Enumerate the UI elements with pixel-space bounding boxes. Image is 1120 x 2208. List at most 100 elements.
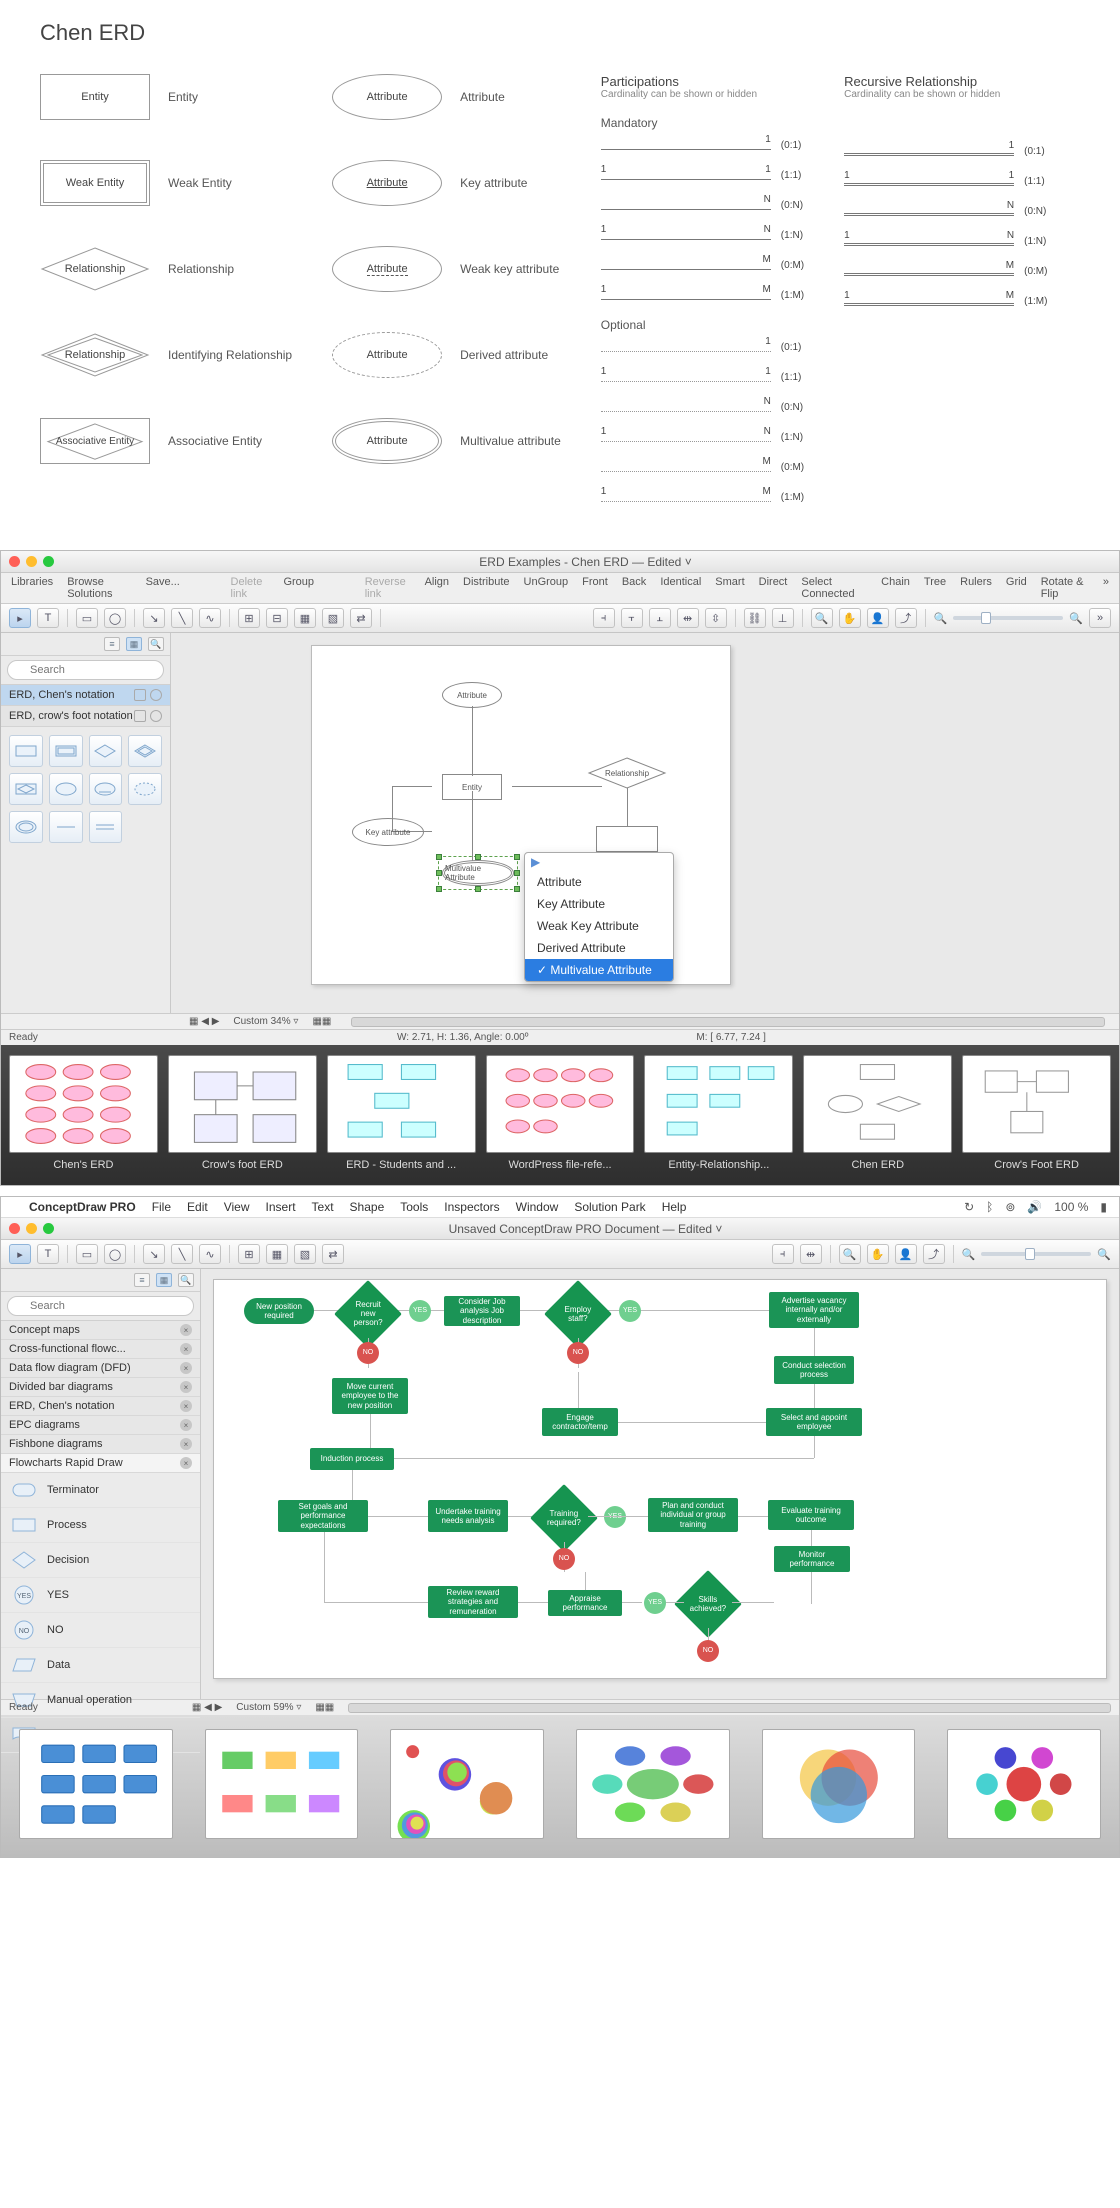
- menu-item[interactable]: Browse Solutions: [67, 576, 131, 600]
- tree-icon[interactable]: ⊥: [772, 608, 794, 628]
- zoom-slider[interactable]: 🔍 🔍: [934, 612, 1083, 625]
- context-menu-item[interactable]: Weak Key Attribute: [525, 915, 673, 937]
- menu-item[interactable]: Rotate & Flip: [1041, 576, 1089, 600]
- canvas-area-2[interactable]: New position requiredRecruit new person?…: [201, 1269, 1119, 1699]
- zoom-in-icon[interactable]: 🔍: [1069, 612, 1083, 625]
- line-tool-icon[interactable]: ╲: [171, 1244, 193, 1264]
- library-item[interactable]: Concept maps×: [1, 1321, 200, 1340]
- thumbnail[interactable]: Entity-Relationship...: [644, 1055, 793, 1171]
- stencil-key-attribute[interactable]: [89, 773, 123, 805]
- menu-item[interactable]: Back: [622, 576, 646, 600]
- library-item[interactable]: Flowcharts Rapid Draw×: [1, 1454, 200, 1473]
- connector-tool-icon[interactable]: ↘: [143, 1244, 165, 1264]
- zoom-slider-2[interactable]: 🔍 🔍: [962, 1248, 1111, 1261]
- align-left-icon[interactable]: ⫞: [593, 608, 615, 628]
- flow-induction[interactable]: Induction process: [310, 1448, 394, 1470]
- shape-list-item[interactable]: NONO: [1, 1613, 200, 1648]
- menu-item[interactable]: Chain: [881, 576, 910, 600]
- connector-tool-icon[interactable]: ↘: [143, 608, 165, 628]
- stencil-entity[interactable]: [9, 735, 43, 767]
- group-tool-icon[interactable]: ⊞: [238, 1244, 260, 1264]
- front-tool-icon[interactable]: ▦: [266, 1244, 288, 1264]
- canvas-entity2-node[interactable]: [596, 826, 658, 852]
- shape-list-item[interactable]: Terminator: [1, 1473, 200, 1508]
- align-right-icon[interactable]: ⫠: [649, 608, 671, 628]
- thumbnail[interactable]: [576, 1729, 730, 1839]
- flow-no-1[interactable]: NO: [357, 1342, 379, 1364]
- context-menu-item[interactable]: Key Attribute: [525, 893, 673, 915]
- expand-icon[interactable]: »: [1103, 576, 1109, 600]
- menu-item[interactable]: Group: [283, 576, 314, 600]
- canvas-attribute-node[interactable]: Attribute: [442, 682, 502, 708]
- zoom-out-icon[interactable]: 🔍: [962, 1248, 976, 1261]
- titlebar-2[interactable]: Unsaved ConceptDraw PRO Document — Edite…: [1, 1218, 1119, 1240]
- flow-training-analysis[interactable]: Undertake training needs analysis: [428, 1500, 508, 1532]
- mac-menu-item[interactable]: Shape: [350, 1200, 385, 1214]
- flow-advertise[interactable]: Advertise vacancy internally and/or exte…: [769, 1292, 859, 1328]
- flow-yes-4[interactable]: YES: [644, 1592, 666, 1614]
- shape-list-item[interactable]: Decision: [1, 1543, 200, 1578]
- flow-yes-2[interactable]: YES: [619, 1300, 641, 1322]
- sidebar-tab-grid-icon[interactable]: ▦: [126, 637, 142, 651]
- stencil-attribute[interactable]: [49, 773, 83, 805]
- flow-move-employee[interactable]: Move current employee to the new positio…: [332, 1378, 408, 1414]
- thumbnail[interactable]: [947, 1729, 1101, 1839]
- front-tool-icon[interactable]: ▦: [294, 608, 316, 628]
- maximize-button[interactable]: [43, 556, 54, 567]
- stencil-derived-attribute[interactable]: [128, 773, 162, 805]
- library-item[interactable]: ERD, Chen's notation: [1, 685, 170, 706]
- flow-consider[interactable]: Consider Job analysis Job description: [444, 1296, 520, 1326]
- flow-engage[interactable]: Engage contractor/temp: [542, 1408, 618, 1436]
- text-tool-icon[interactable]: T: [37, 1244, 59, 1264]
- context-menu-item[interactable]: Derived Attribute: [525, 937, 673, 959]
- user-icon[interactable]: 👤: [867, 608, 889, 628]
- share-icon[interactable]: ⤴: [923, 1244, 945, 1264]
- mac-menu-item[interactable]: Help: [662, 1200, 687, 1214]
- stencil-relationship[interactable]: [89, 735, 123, 767]
- sidebar-tab-grid-icon[interactable]: ▦: [156, 1273, 172, 1287]
- search-input-2[interactable]: [7, 1296, 194, 1316]
- stencil-line-1[interactable]: [49, 811, 83, 843]
- align-center-icon[interactable]: ⫟: [621, 608, 643, 628]
- sidebar-tab-search-icon[interactable]: 🔍: [178, 1273, 194, 1287]
- shape-tool-icon[interactable]: ▭: [76, 608, 98, 628]
- mac-menu-item[interactable]: Tools: [400, 1200, 428, 1214]
- mac-menu-item[interactable]: View: [224, 1200, 250, 1214]
- stencil-identifying-relationship[interactable]: [128, 735, 162, 767]
- group-tool-icon[interactable]: ⊞: [238, 608, 260, 628]
- thumbnail[interactable]: Crow's foot ERD: [168, 1055, 317, 1171]
- context-menu-play-icon[interactable]: ▶: [525, 853, 673, 871]
- search-input[interactable]: [7, 660, 164, 680]
- shape-list-item[interactable]: Data: [1, 1648, 200, 1683]
- menu-item[interactable]: UnGroup: [524, 576, 569, 600]
- thumbnail[interactable]: Chen ERD: [803, 1055, 952, 1171]
- minimize-button[interactable]: [26, 556, 37, 567]
- flowchart-canvas[interactable]: New position requiredRecruit new person?…: [213, 1279, 1107, 1679]
- shape-list-item[interactable]: YESYES: [1, 1578, 200, 1613]
- context-menu[interactable]: ▶AttributeKey AttributeWeak Key Attribut…: [524, 852, 674, 982]
- menu-item[interactable]: Grid: [1006, 576, 1027, 600]
- ungroup-tool-icon[interactable]: ⊟: [266, 608, 288, 628]
- canvas-entity-node[interactable]: Entity: [442, 774, 502, 800]
- pointer-tool-icon[interactable]: ▸: [9, 608, 31, 628]
- horizontal-scrollbar-2[interactable]: [348, 1703, 1111, 1713]
- wifi-icon[interactable]: ⊚: [1005, 1200, 1015, 1214]
- app-name[interactable]: ConceptDraw PRO: [29, 1200, 136, 1214]
- volume-icon[interactable]: 🔊: [1027, 1200, 1042, 1214]
- menu-item[interactable]: Tree: [924, 576, 946, 600]
- zoom-in-icon[interactable]: 🔍: [811, 608, 833, 628]
- shape-tool-icon[interactable]: ▭: [76, 1244, 98, 1264]
- sidebar-tab-list-icon[interactable]: ≡: [134, 1273, 150, 1287]
- close-button[interactable]: [9, 1223, 20, 1234]
- history-icon[interactable]: ↻: [964, 1200, 974, 1214]
- thumbnail[interactable]: Chen's ERD: [9, 1055, 158, 1171]
- canvas-key-attribute-node[interactable]: Key attribute: [352, 818, 424, 846]
- flow-evaluate[interactable]: Evaluate training outcome: [768, 1500, 854, 1530]
- menu-item[interactable]: Save...: [146, 576, 180, 600]
- text-tool-icon[interactable]: T: [37, 608, 59, 628]
- share-icon[interactable]: ⤴: [895, 608, 917, 628]
- context-menu-item[interactable]: ✓ Multivalue Attribute: [525, 959, 673, 981]
- stencil-multivalue-attribute[interactable]: [9, 811, 43, 843]
- flow-select-appoint[interactable]: Select and appoint employee: [766, 1408, 862, 1436]
- flow-no-4[interactable]: NO: [697, 1640, 719, 1662]
